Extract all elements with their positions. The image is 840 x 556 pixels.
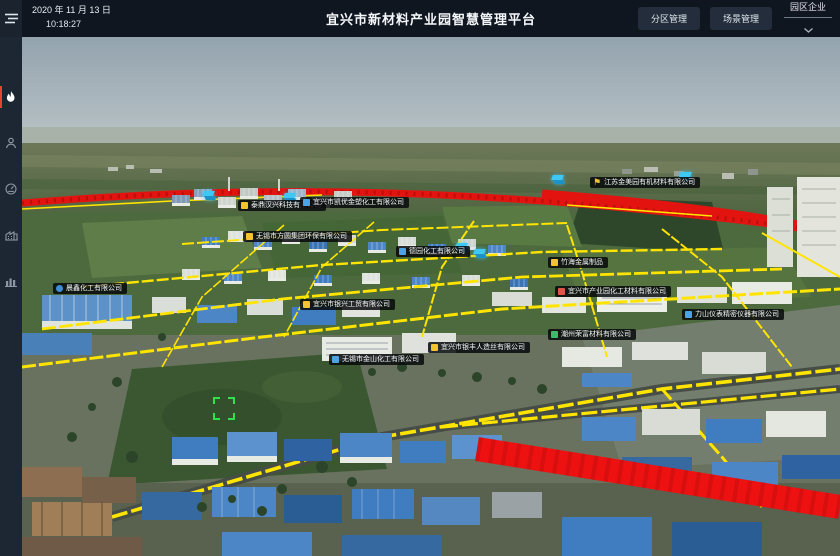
company-marker-label: 力山仪表精密仪器有限公司 — [695, 311, 779, 318]
company-marker-label: 宜兴市产业园化工材料有限公司 — [568, 288, 666, 295]
sidebar-item-gauge[interactable] — [0, 174, 22, 204]
unit-3d-marker-icon[interactable] — [474, 249, 485, 258]
unit-3d-marker-icon[interactable] — [552, 175, 563, 184]
company-marker-label: 德园化工有限公司 — [409, 248, 465, 255]
sidebar-item-menu[interactable] — [0, 0, 22, 37]
chevron-down-icon — [804, 20, 813, 38]
company-logo-icon — [558, 288, 565, 295]
top-bar: 2020 年 11 月 13 日 10:18:27 宜兴市新材料产业园智慧管理平… — [22, 0, 840, 37]
company-logo-icon — [56, 285, 63, 292]
selection-bracket — [213, 397, 235, 420]
header-actions: 分区管理 场景管理 园区企业 — [638, 0, 834, 37]
dropdown-divider — [784, 17, 832, 18]
bracket-corner — [228, 397, 235, 404]
sidebar-item-enterprise[interactable] — [0, 220, 22, 250]
worker-icon — [5, 137, 17, 149]
company-marker[interactable]: 竹海金属制品 — [548, 257, 608, 268]
company-logo-icon — [303, 199, 310, 206]
company-logo-icon — [303, 301, 310, 308]
sidebar-item-statistics[interactable] — [0, 266, 22, 296]
company-marker[interactable]: 无锡市方圆集团环保有限公司 — [243, 231, 352, 242]
company-logo-icon — [241, 202, 248, 209]
gauge-icon — [5, 183, 17, 195]
flame-icon — [5, 91, 17, 104]
sidebar — [0, 0, 22, 556]
unit-3d-marker-icon[interactable] — [203, 191, 214, 200]
sidebar-item-personnel[interactable] — [0, 128, 22, 158]
company-logo-icon — [685, 311, 692, 318]
bracket-corner — [228, 413, 235, 420]
company-marker-label: 宜兴市银丰人造丝有限公司 — [441, 344, 525, 351]
company-logo-icon — [551, 331, 558, 338]
partition-manage-button[interactable]: 分区管理 — [638, 7, 700, 30]
company-marker-label: 宜兴市银兴工贸有限公司 — [313, 301, 390, 308]
company-marker-label: 无锡市金山化工有限公司 — [342, 356, 419, 363]
company-logo-icon — [431, 344, 438, 351]
company-logo-icon — [246, 233, 253, 240]
company-marker-label: 江苏金美园有机材料有限公司 — [604, 179, 695, 186]
map-canvas[interactable]: 泰鼎汉兴科技有限公司宜兴市凯优金塑化工有限公司无锡市方圆集团环保有限公司德园化工… — [22, 37, 840, 556]
company-marker[interactable]: 宜兴市银兴工贸有限公司 — [300, 299, 395, 310]
bracket-corner — [213, 413, 220, 420]
company-marker[interactable]: 力山仪表精密仪器有限公司 — [682, 309, 784, 320]
company-marker-label: 潮州荣富材料有限公司 — [561, 331, 631, 338]
factory-icon — [5, 229, 18, 241]
company-marker-label: 竹海金属制品 — [561, 259, 603, 266]
company-logo-icon — [551, 259, 558, 266]
hamburger-icon — [5, 13, 18, 24]
sidebar-item-fire[interactable] — [0, 82, 22, 112]
company-marker[interactable]: ⚑江苏金美园有机材料有限公司 — [590, 177, 700, 188]
company-marker-label: 宜兴市凯优金塑化工有限公司 — [313, 199, 404, 206]
enterprise-dropdown[interactable]: 园区企业 — [782, 0, 834, 38]
bracket-corner — [213, 397, 220, 404]
smart-park-app: 2020 年 11 月 13 日 10:18:27 宜兴市新材料产业园智慧管理平… — [0, 0, 840, 556]
bar-chart-icon — [5, 275, 17, 287]
enterprise-dropdown-label: 园区企业 — [790, 0, 826, 13]
company-marker[interactable]: 潮州荣富材料有限公司 — [548, 329, 636, 340]
company-marker[interactable]: 德园化工有限公司 — [396, 246, 470, 257]
flag-icon: ⚑ — [593, 179, 601, 186]
company-marker-label: 无锡市方圆集团环保有限公司 — [256, 233, 347, 240]
company-marker-label: 晨鑫化工有限公司 — [66, 285, 122, 292]
company-marker[interactable]: 晨鑫化工有限公司 — [53, 283, 127, 294]
map-3d-scene — [22, 37, 840, 556]
company-marker[interactable]: 宜兴市产业园化工材料有限公司 — [555, 286, 671, 297]
company-marker[interactable]: 宜兴市凯优金塑化工有限公司 — [300, 197, 409, 208]
company-marker[interactable]: 无锡市金山化工有限公司 — [329, 354, 424, 365]
company-logo-icon — [332, 356, 339, 363]
company-logo-icon — [399, 248, 406, 255]
company-marker[interactable]: 宜兴市银丰人造丝有限公司 — [428, 342, 530, 353]
scene-manage-button[interactable]: 场景管理 — [710, 7, 772, 30]
